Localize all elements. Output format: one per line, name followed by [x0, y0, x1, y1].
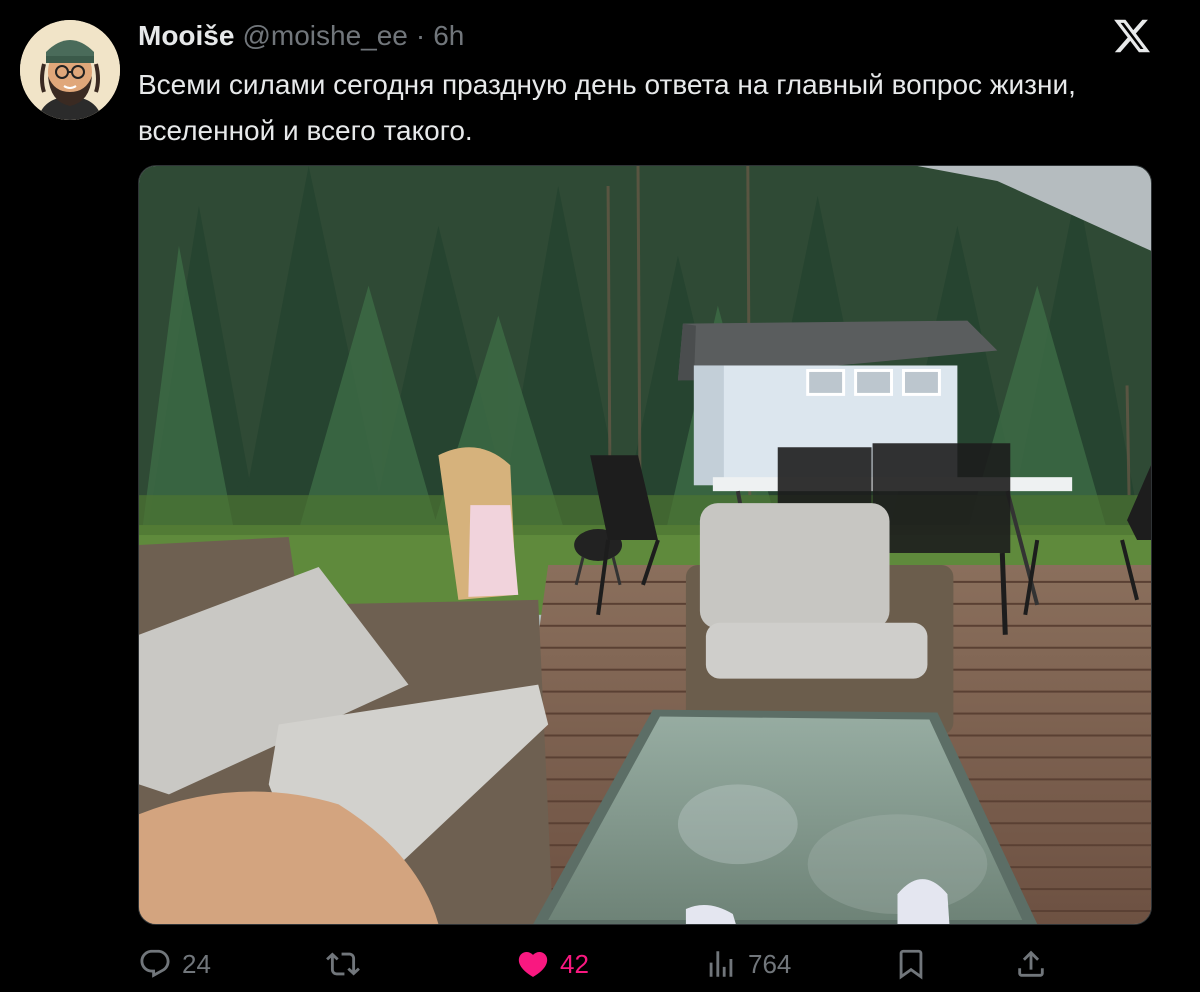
views-icon	[709, 951, 733, 977]
like-button[interactable]: 42	[516, 942, 589, 986]
retweet-icon	[326, 952, 360, 976]
timestamp[interactable]: 6h	[433, 20, 464, 52]
tweet-text: Всеми силами сегодня праздную день ответ…	[138, 69, 1076, 146]
reply-count: 24	[182, 948, 211, 979]
retweet-button[interactable]	[326, 942, 370, 986]
view-count: 764	[748, 948, 792, 979]
views-button[interactable]: 764	[704, 942, 791, 986]
user-handle[interactable]: @moishe_ee	[242, 20, 407, 52]
share-icon	[1018, 950, 1044, 977]
reply-button[interactable]: 24	[138, 942, 211, 986]
bookmark-icon	[899, 949, 923, 980]
avatar-illustration	[20, 20, 120, 120]
tweet-actions: 24 42 764	[138, 942, 1158, 986]
separator: ·	[415, 20, 426, 51]
heart-icon	[518, 951, 548, 977]
tweet-header: Mooiše @moishe_ee · 6h	[138, 18, 464, 54]
reply-icon	[140, 949, 170, 978]
avatar[interactable]	[20, 20, 120, 120]
share-button[interactable]	[1014, 942, 1048, 986]
bookmark-button[interactable]	[894, 942, 928, 986]
tweet-photo[interactable]	[138, 165, 1152, 925]
like-count: 42	[560, 948, 589, 979]
display-name[interactable]: Mooiše	[138, 20, 234, 52]
x-logo-icon	[1112, 16, 1152, 56]
